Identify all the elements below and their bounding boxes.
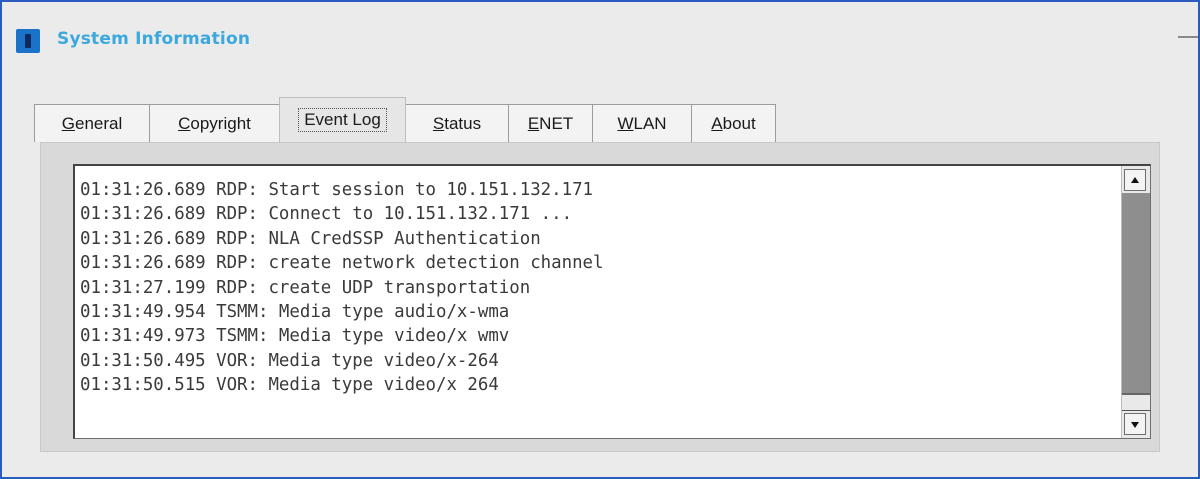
tab-label-text: eneral bbox=[74, 113, 123, 133]
tab-status[interactable]: Status bbox=[405, 104, 509, 142]
tab-mnemonic: S bbox=[432, 113, 445, 133]
log-entry: 01:31:50.515 VOR: Media type video/x 264 bbox=[80, 375, 499, 396]
tab-mnemonic: C bbox=[178, 113, 191, 133]
tab-label: Status bbox=[433, 114, 481, 134]
tab-about[interactable]: About bbox=[691, 104, 776, 142]
tab-label-text: LAN bbox=[633, 113, 667, 133]
log-entry: 01:31:49.954 TSMM: Media type audio/x-wm… bbox=[80, 302, 510, 323]
tab-general[interactable]: General bbox=[34, 104, 150, 142]
tab-label: WLAN bbox=[617, 114, 666, 134]
event-log-lines: 01:31:26.689 RDP: Start session to 10.15… bbox=[80, 178, 1114, 398]
tab-label: Event Log bbox=[298, 108, 387, 132]
tab-event-log[interactable]: Event Log bbox=[279, 97, 406, 142]
tab-label-text: tatus bbox=[444, 113, 482, 133]
log-entry: 01:31:26.689 RDP: create network detecti… bbox=[80, 253, 604, 274]
tab-mnemonic: E bbox=[527, 113, 540, 133]
tab-bar: General Copyright Event Log Status ENET WLAN A… bbox=[34, 97, 776, 142]
tab-mnemonic: A bbox=[711, 113, 723, 133]
vertical-scrollbar[interactable] bbox=[1121, 166, 1150, 438]
tab-enet[interactable]: ENET bbox=[508, 104, 593, 142]
log-entry: 01:31:26.689 RDP: Start session to 10.15… bbox=[80, 180, 594, 200]
title-bar: System Information bbox=[2, 2, 1198, 76]
tab-label-text: opyright bbox=[190, 113, 251, 133]
tab-label-text: bout bbox=[722, 113, 756, 133]
log-entry: 01:31:27.199 RDP: create UDP transportat… bbox=[80, 277, 531, 298]
scrollbar-thumb[interactable] bbox=[1122, 193, 1150, 395]
scrollbar-divider bbox=[1122, 410, 1150, 411]
tab-copyright[interactable]: Copyright bbox=[149, 104, 280, 142]
log-entry: 01:31:26.689 RDP: NLA CredSSP Authentica… bbox=[80, 228, 541, 249]
arrow-up-icon[interactable] bbox=[1124, 169, 1146, 191]
window-title: System Information bbox=[57, 29, 251, 49]
tab-mnemonic: W bbox=[617, 113, 634, 133]
info-icon bbox=[16, 29, 40, 53]
system-information-window: System Information General Copyright Event… bbox=[0, 0, 1200, 479]
arrow-down-icon[interactable] bbox=[1124, 413, 1146, 435]
tab-label: ENET bbox=[528, 114, 573, 134]
tab-wlan[interactable]: WLAN bbox=[592, 104, 692, 142]
tab-label: Copyright bbox=[178, 114, 251, 134]
log-entry: 01:31:26.689 RDP: Connect to 10.151.132.… bbox=[80, 204, 573, 225]
tab-mnemonic: G bbox=[61, 113, 75, 133]
tab-label-text: Event Lo bbox=[304, 110, 372, 129]
event-log-list[interactable]: 01:31:26.689 RDP: Start session to 10.15… bbox=[73, 164, 1151, 439]
tab-mnemonic: g bbox=[371, 110, 381, 129]
minimize-icon[interactable] bbox=[1178, 36, 1198, 38]
tab-panel-event-log: 01:31:26.689 RDP: Start session to 10.15… bbox=[40, 142, 1160, 452]
tab-label: About bbox=[711, 114, 755, 134]
log-entry: 01:31:50.495 VOR: Media type video/x-264 bbox=[80, 350, 499, 371]
tab-label-text: NET bbox=[539, 113, 574, 133]
log-entry: 01:31:49.973 TSMM: Media type video/x wm… bbox=[80, 326, 510, 347]
tab-label: General bbox=[62, 114, 123, 134]
